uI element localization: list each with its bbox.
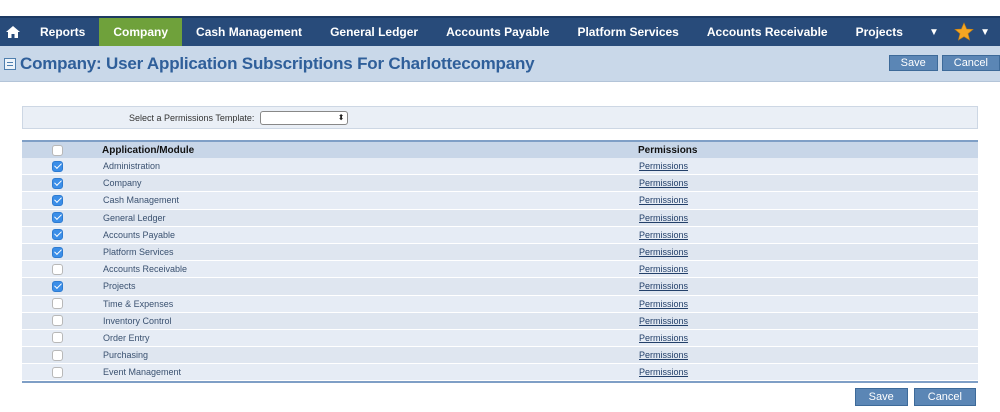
permissions-link[interactable]: Permissions bbox=[639, 247, 688, 257]
home-icon bbox=[6, 26, 20, 38]
page-header: Company: User Application Subscriptions … bbox=[0, 46, 1000, 82]
main-nav: Reports Company Cash Management General Led… bbox=[0, 16, 1000, 46]
subscription-checkbox[interactable] bbox=[52, 298, 63, 310]
document-icon bbox=[4, 57, 16, 70]
nav-more-button[interactable]: ▼ bbox=[917, 18, 951, 46]
table-row: Accounts Receivable Permissions bbox=[22, 261, 978, 279]
top-strip bbox=[0, 0, 1000, 16]
template-select[interactable]: ⬍ bbox=[260, 110, 349, 125]
home-button[interactable] bbox=[0, 18, 26, 46]
favorites-menu[interactable]: ▼ bbox=[954, 18, 990, 46]
permissions-link[interactable]: Permissions bbox=[639, 367, 688, 377]
nav-item-projects[interactable]: Projects bbox=[842, 18, 917, 46]
nav-items: Reports Company Cash Management General Led… bbox=[26, 18, 917, 46]
permissions-column-header: Permissions bbox=[638, 144, 698, 156]
subscription-checkbox[interactable] bbox=[52, 246, 63, 258]
application-name: Cash Management bbox=[103, 195, 180, 206]
cancel-button[interactable]: Cancel bbox=[941, 55, 1000, 71]
page-title: Company: User Application Subscriptions … bbox=[20, 53, 535, 73]
nav-item-platform-services[interactable]: Platform Services bbox=[563, 18, 692, 46]
nav-item-general-ledger[interactable]: General Ledger bbox=[316, 18, 432, 46]
subscription-checkbox[interactable] bbox=[52, 160, 63, 172]
application-name: Accounts Receivable bbox=[103, 264, 188, 275]
subscription-checkbox[interactable] bbox=[52, 212, 63, 224]
application-column-header: Application/Module bbox=[102, 144, 195, 156]
permissions-link[interactable]: Permissions bbox=[639, 350, 688, 360]
star-icon bbox=[954, 22, 974, 41]
subscription-checkbox[interactable] bbox=[52, 229, 63, 241]
permissions-link[interactable]: Permissions bbox=[639, 264, 688, 274]
permissions-link[interactable]: Permissions bbox=[639, 178, 688, 188]
subscription-checkbox[interactable] bbox=[52, 315, 63, 327]
subscriptions-table: Application/Module Permissions Administr… bbox=[22, 140, 978, 384]
table-row: Time & Expenses Permissions bbox=[22, 295, 978, 313]
table-row: Inventory Control Permissions bbox=[22, 312, 978, 330]
table-row: Accounts Payable Permissions bbox=[22, 226, 978, 244]
nav-item-accounts-receivable[interactable]: Accounts Receivable bbox=[693, 18, 842, 46]
nav-item-company[interactable]: Company bbox=[99, 18, 183, 46]
select-arrows-icon: ⬍ bbox=[337, 113, 345, 122]
application-name: General Ledger bbox=[103, 212, 166, 223]
permissions-link[interactable]: Permissions bbox=[639, 299, 688, 309]
nav-item-accounts-payable[interactable]: Accounts Payable bbox=[432, 18, 563, 46]
table-row: Company Permissions bbox=[22, 175, 978, 193]
select-all-checkbox[interactable] bbox=[52, 144, 63, 156]
application-name: Inventory Control bbox=[103, 315, 172, 326]
table-row: Cash Management Permissions bbox=[22, 192, 978, 210]
cancel-button[interactable]: Cancel bbox=[913, 388, 976, 406]
subscription-checkbox[interactable] bbox=[52, 332, 63, 344]
table-row: General Ledger Permissions bbox=[22, 209, 978, 227]
permissions-link[interactable]: Permissions bbox=[639, 195, 688, 205]
table-row: Administration Permissions bbox=[22, 158, 978, 176]
application-name: Projects bbox=[103, 281, 136, 292]
permissions-template-bar: Select a Permissions Template: ⬍ bbox=[22, 106, 978, 129]
application-name: Purchasing bbox=[103, 350, 149, 361]
footer-actions: Save Cancel bbox=[854, 388, 976, 406]
table-row: Order Entry Permissions bbox=[22, 329, 978, 348]
table-body: Administration Permissions Company Permissi… bbox=[22, 158, 978, 382]
application-name: Accounts Payable bbox=[103, 229, 176, 240]
permissions-link[interactable]: Permissions bbox=[639, 161, 688, 171]
subscription-checkbox[interactable] bbox=[52, 177, 63, 189]
save-button[interactable]: Save bbox=[888, 55, 938, 71]
permissions-link[interactable]: Permissions bbox=[639, 230, 688, 240]
nav-item-cash-management[interactable]: Cash Management bbox=[182, 18, 316, 46]
table-row: Event Management Permissions bbox=[22, 364, 978, 382]
chevron-down-icon: ▼ bbox=[980, 26, 990, 38]
application-name: Administration bbox=[103, 161, 161, 172]
permissions-link[interactable]: Permissions bbox=[639, 333, 688, 343]
header-actions: Save Cancel bbox=[888, 55, 1000, 71]
subscription-checkbox[interactable] bbox=[52, 263, 63, 275]
permissions-link[interactable]: Permissions bbox=[639, 281, 688, 291]
chevron-down-icon: ▼ bbox=[928, 26, 939, 38]
table-header: Application/Module Permissions bbox=[22, 140, 978, 158]
subscription-checkbox[interactable] bbox=[52, 194, 63, 206]
subscription-checkbox[interactable] bbox=[52, 366, 63, 378]
application-name: Order Entry bbox=[103, 332, 150, 343]
subscription-checkbox[interactable] bbox=[52, 349, 63, 361]
save-button[interactable]: Save bbox=[854, 388, 908, 406]
application-name: Time & Expenses bbox=[103, 298, 174, 309]
permissions-link[interactable]: Permissions bbox=[639, 316, 688, 326]
table-row: Purchasing Permissions bbox=[22, 347, 978, 365]
application-name: Platform Services bbox=[103, 247, 174, 258]
table-row: Projects Permissions bbox=[22, 278, 978, 296]
permissions-link[interactable]: Permissions bbox=[639, 213, 688, 223]
nav-item-reports[interactable]: Reports bbox=[26, 18, 99, 46]
subscription-checkbox[interactable] bbox=[52, 280, 63, 292]
template-label: Select a Permissions Template: bbox=[129, 112, 255, 123]
table-row: Platform Services Permissions bbox=[22, 243, 978, 262]
application-name: Event Management bbox=[103, 367, 182, 378]
application-name: Company bbox=[103, 178, 142, 189]
